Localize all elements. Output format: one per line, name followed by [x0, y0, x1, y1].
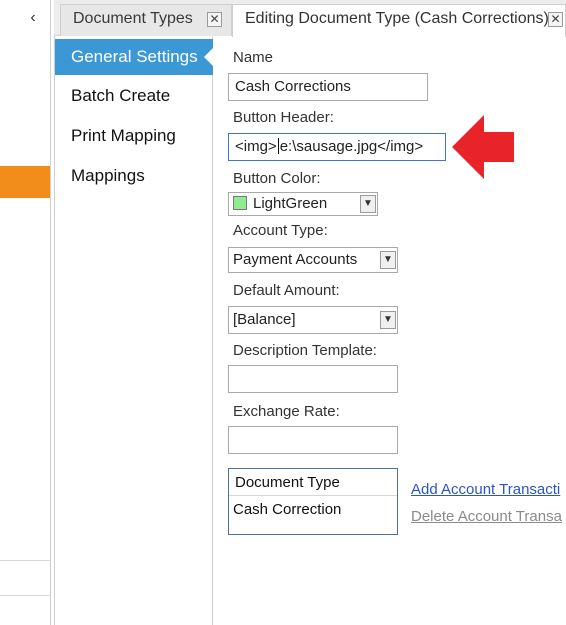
account-type-value: Payment Accounts	[233, 251, 358, 268]
default-amount-select[interactable]: [Balance] ▼	[228, 306, 398, 334]
collapse-chevron-icon[interactable]: ‹	[24, 8, 42, 28]
exchange-rate-field[interactable]	[228, 426, 398, 454]
button-color-label: Button Color:	[233, 170, 321, 187]
account-type-label: Account Type:	[233, 222, 328, 239]
account-type-select[interactable]: Payment Accounts ▼	[228, 247, 398, 273]
color-swatch	[233, 196, 247, 210]
nav-item-print-mapping[interactable]: Print Mapping	[55, 118, 213, 154]
description-template-label: Description Template:	[233, 342, 377, 359]
nav-item-label: Mappings	[71, 166, 145, 185]
nav-item-general-settings[interactable]: General Settings	[55, 39, 213, 75]
exchange-rate-label: Exchange Rate:	[233, 403, 340, 420]
text-caret	[277, 138, 279, 154]
settings-nav: General Settings Batch Create Print Mapp…	[54, 36, 213, 625]
nav-item-label: General Settings	[71, 47, 198, 66]
document-type-grid[interactable]: Document Type Cash Correction	[228, 468, 398, 535]
red-arrow-annotation	[452, 115, 514, 179]
nav-item-batch-create[interactable]: Batch Create	[55, 78, 213, 114]
arrow-shape	[452, 115, 514, 179]
tab-label: Editing Document Type (Cash Corrections)	[245, 10, 549, 27]
value-before-caret: <img>	[235, 138, 277, 155]
divider	[0, 595, 50, 596]
name-label: Name	[233, 49, 274, 66]
default-amount-value: [Balance]	[233, 311, 296, 328]
value-after-caret: e:\sausage.jpg</img>	[279, 138, 424, 155]
button-header-label: Button Header:	[233, 109, 334, 126]
tab-document-types[interactable]: Document Types ✕	[60, 4, 232, 36]
button-color-select[interactable]: LightGreen ▼	[228, 192, 378, 216]
description-template-field[interactable]	[228, 365, 398, 393]
chevron-down-icon[interactable]: ▼	[360, 195, 376, 213]
tab-strip: Document Types ✕ Editing Document Type (…	[54, 0, 566, 37]
delete-account-transaction-link[interactable]: Delete Account Transa	[411, 508, 562, 525]
grid-column-header[interactable]: Document Type	[229, 469, 397, 496]
active-pointer	[204, 48, 213, 66]
nav-item-label: Print Mapping	[71, 126, 176, 145]
default-amount-label: Default Amount:	[233, 282, 340, 299]
divider	[0, 560, 50, 561]
button-header-field[interactable]: <img> e:\sausage.jpg</img>	[228, 133, 446, 161]
nav-item-mappings[interactable]: Mappings	[55, 158, 213, 194]
button-color-value: LightGreen	[253, 195, 328, 212]
close-icon[interactable]: ✕	[548, 12, 563, 27]
name-field[interactable]: Cash Corrections	[228, 73, 428, 101]
tab-label: Document Types	[73, 10, 193, 27]
left-panel-strip: ‹	[0, 0, 51, 625]
tab-editing-document-type[interactable]: Editing Document Type (Cash Corrections)…	[232, 4, 566, 37]
nav-item-label: Batch Create	[71, 86, 171, 105]
close-icon[interactable]: ✕	[207, 12, 222, 27]
table-row[interactable]: Cash Correction	[229, 497, 397, 523]
add-account-transaction-link[interactable]: Add Account Transacti	[411, 481, 560, 498]
chevron-down-icon[interactable]: ▼	[380, 311, 396, 329]
orange-marker	[0, 166, 50, 198]
chevron-down-icon[interactable]: ▼	[380, 251, 396, 269]
